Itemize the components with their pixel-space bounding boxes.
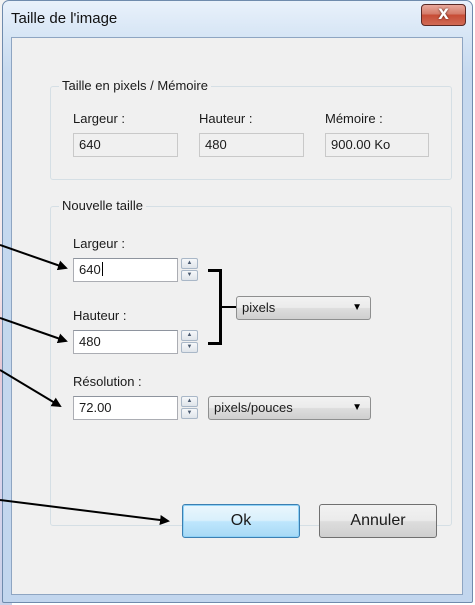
arrow-to-ok-button — [0, 499, 170, 525]
annotation-arrows — [0, 244, 170, 525]
arrow-to-resolution-input — [0, 369, 62, 408]
arrow-to-width-input — [0, 244, 68, 271]
arrow-to-height-input — [0, 317, 68, 344]
